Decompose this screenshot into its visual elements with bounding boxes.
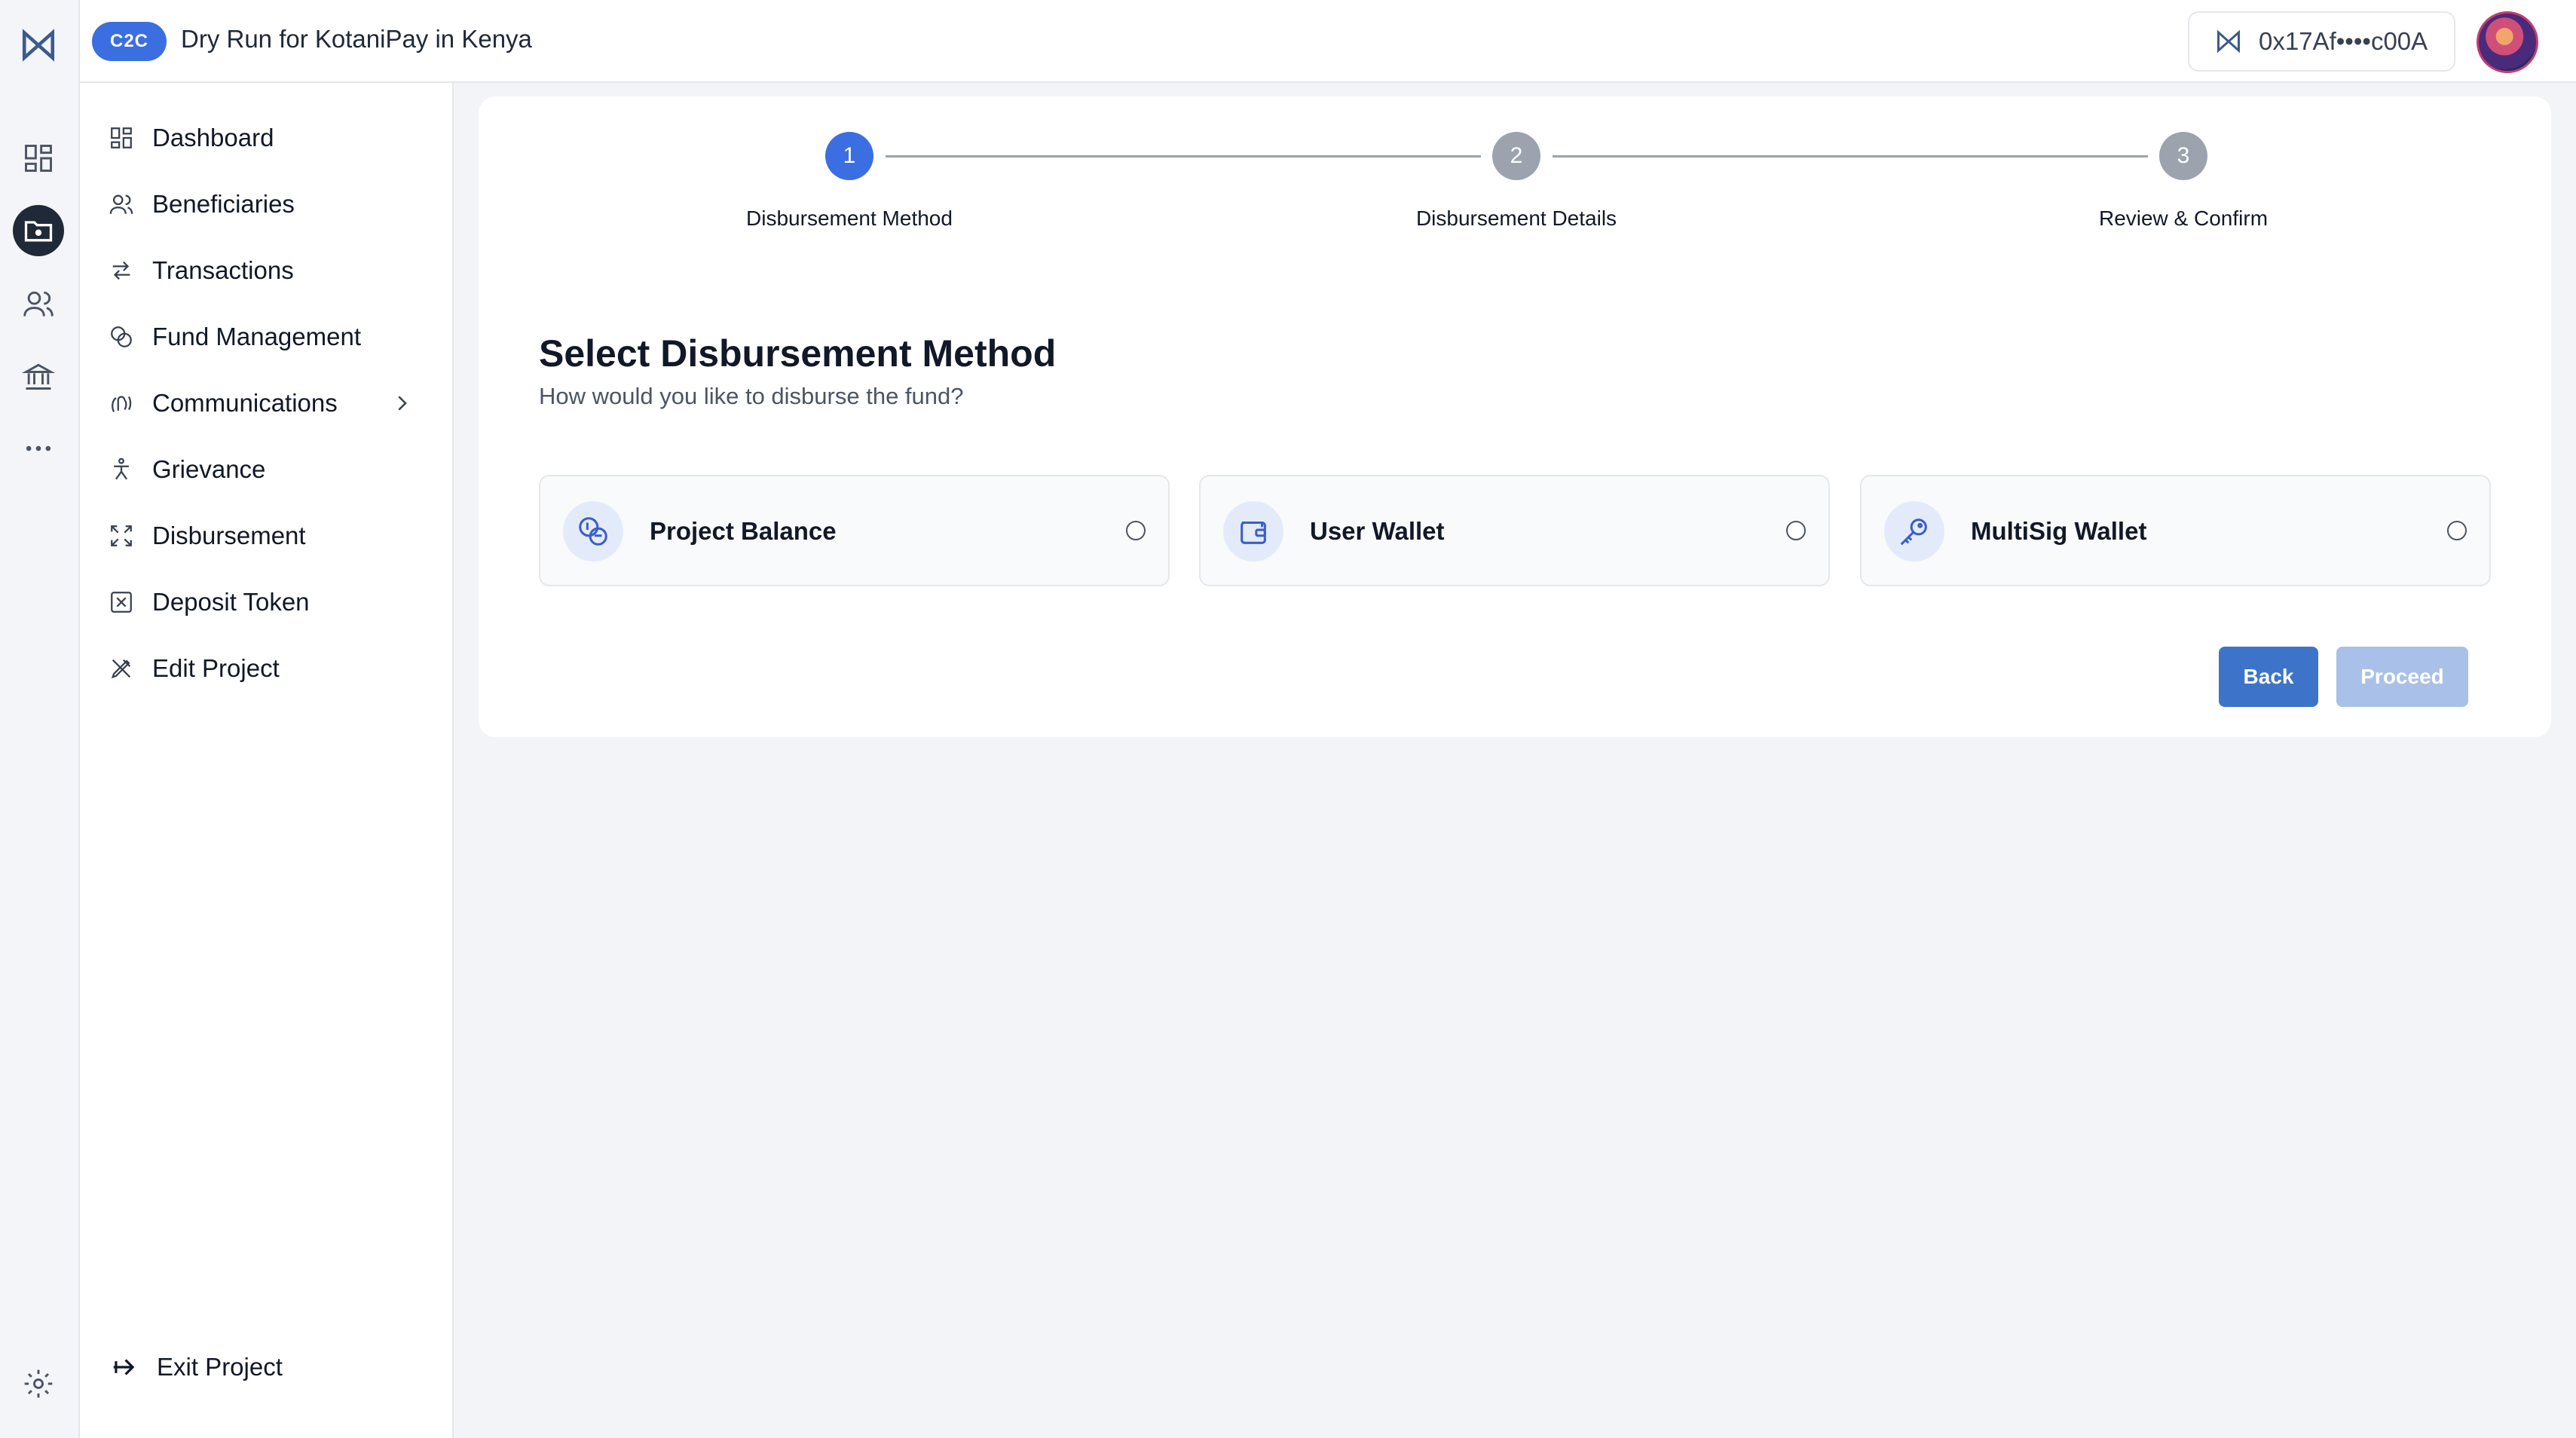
chevron-right-icon xyxy=(398,396,407,411)
sidebar-item-disbursement[interactable]: Disbursement xyxy=(101,511,433,561)
fund-icon xyxy=(111,326,132,347)
coins-icon xyxy=(563,501,623,561)
wallet-logo-icon xyxy=(2217,29,2240,54)
stepper-connector xyxy=(886,155,1481,158)
option-user-wallet[interactable]: User Wallet xyxy=(1199,475,1830,586)
users-icon[interactable] xyxy=(16,281,61,326)
option-radio[interactable] xyxy=(1786,521,1806,540)
sidebar-item-label: Deposit Token xyxy=(152,588,310,616)
edit-icon xyxy=(111,659,131,679)
sidebar-item-label: Communications xyxy=(152,389,338,417)
more-icon[interactable] xyxy=(16,426,61,471)
sidebar-item-label: Grievance xyxy=(152,455,266,483)
settings-icon[interactable] xyxy=(16,1361,61,1406)
exit-arrow-icon xyxy=(113,1359,135,1375)
sidebar-item-label: Disbursement xyxy=(152,522,306,549)
sidebar-item-label: Beneficiaries xyxy=(152,190,295,218)
sidebar-item-edit-project[interactable]: Edit Project xyxy=(101,644,433,693)
sidebar-item-label: Dashboard xyxy=(152,124,274,151)
step-number: 1 xyxy=(825,132,873,180)
step-number: 3 xyxy=(2159,132,2207,180)
bank-icon[interactable] xyxy=(16,353,61,399)
step-label: Review & Confirm xyxy=(2098,207,2269,230)
option-multisig-wallet[interactable]: MultiSig Wallet xyxy=(1860,475,2491,586)
exit-project-button[interactable]: Exit Project xyxy=(110,1353,283,1381)
project-title: Dry Run for KotaniPay in Kenya xyxy=(181,25,532,53)
sidebar-item-label: Edit Project xyxy=(152,654,280,682)
option-label: Project Balance xyxy=(650,517,837,545)
beneficiaries-icon xyxy=(109,194,133,214)
transactions-icon xyxy=(112,261,130,280)
option-radio[interactable] xyxy=(2447,521,2467,540)
step-label: Disbursement Details xyxy=(1415,207,1617,230)
sidebar-item-label: Fund Management xyxy=(152,323,362,350)
option-project-balance[interactable]: Project Balance xyxy=(539,475,1170,586)
communications-icon xyxy=(112,396,132,412)
logo-icon[interactable] xyxy=(16,23,61,68)
step-label: Disbursement Method xyxy=(746,207,953,230)
key-icon xyxy=(1884,501,1944,561)
top-header: C2C Dry Run for KotaniPay in Kenya 0x17A… xyxy=(80,0,2576,83)
sidebar-item-deposit-token[interactable]: Deposit Token xyxy=(101,577,433,627)
sidebar-item-transactions[interactable]: Transactions xyxy=(101,246,433,295)
dashboard-icon xyxy=(111,127,132,148)
proceed-button[interactable]: Proceed xyxy=(2336,647,2468,707)
exit-project-label: Exit Project xyxy=(157,1353,283,1381)
folder-icon[interactable] xyxy=(13,205,64,256)
step-number: 2 xyxy=(1492,132,1540,180)
wallet-address: 0x17Af••••c00A xyxy=(2259,27,2428,55)
sidebar-item-fund-management[interactable]: Fund Management xyxy=(101,312,433,362)
option-label: MultiSig Wallet xyxy=(1971,517,2147,545)
disbursement-icon xyxy=(111,525,132,546)
page-title: Select Disbursement Method xyxy=(539,332,1057,375)
disbursement-card: 1 2 3 Disbursement Method Disbursement D… xyxy=(479,96,2551,737)
sidebar-item-dashboard[interactable]: Dashboard xyxy=(101,113,433,163)
option-radio[interactable] xyxy=(1126,521,1146,540)
page-subtitle: How would you like to disburse the fund? xyxy=(539,383,964,409)
wallet-address-button[interactable]: 0x17Af••••c00A xyxy=(2188,11,2455,72)
project-type-badge: C2C xyxy=(92,22,167,61)
wallet-icon xyxy=(1223,501,1283,561)
avatar[interactable] xyxy=(2477,11,2538,73)
sidebar-item-label: Transactions xyxy=(152,256,294,284)
icon-rail xyxy=(0,0,80,1438)
sidebar-item-beneficiaries[interactable]: Beneficiaries xyxy=(101,179,433,229)
sidebar: Dashboard Beneficiaries Transactions Fun… xyxy=(80,83,454,1438)
stepper-connector xyxy=(1553,155,2148,158)
grid-icon[interactable] xyxy=(16,136,61,181)
deposit-icon xyxy=(111,592,132,613)
sidebar-item-communications[interactable]: Communications xyxy=(101,378,433,428)
grievance-icon xyxy=(114,457,129,480)
sidebar-item-grievance[interactable]: Grievance xyxy=(101,445,433,494)
option-label: User Wallet xyxy=(1310,517,1445,545)
back-button[interactable]: Back xyxy=(2219,647,2318,707)
